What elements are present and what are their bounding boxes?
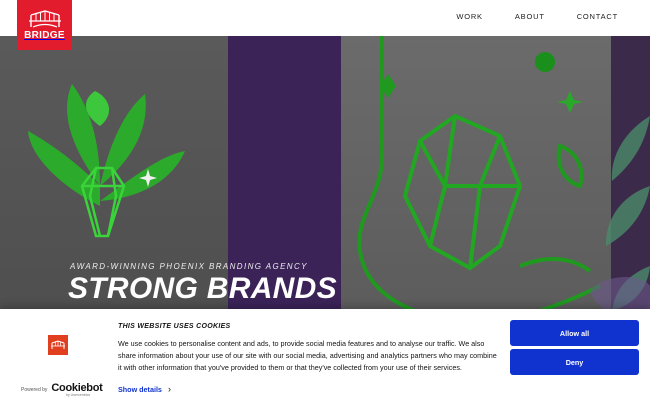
site-header: WORK ABOUT CONTACT bbox=[0, 0, 650, 36]
show-details-label: Show details bbox=[118, 384, 162, 394]
dot-icon bbox=[535, 52, 555, 72]
cookiebot-branding[interactable]: Powered by Cookiebot bbox=[21, 382, 103, 394]
hero-headline: STRONG BRANDS bbox=[68, 272, 337, 305]
allow-all-button[interactable]: Allow all bbox=[510, 320, 639, 346]
main-nav: WORK ABOUT CONTACT bbox=[456, 12, 618, 21]
chevron-right-icon: › bbox=[167, 384, 171, 394]
nav-link-contact[interactable]: CONTACT bbox=[577, 12, 618, 21]
crystal-gem-icon bbox=[402, 113, 523, 271]
bridge-icon bbox=[51, 340, 65, 349]
bridge-logo[interactable]: BRIDGE bbox=[17, 0, 72, 50]
nav-link-about[interactable]: ABOUT bbox=[515, 12, 545, 21]
cannabis-leaf-icon bbox=[28, 84, 185, 206]
logo-wordmark: BRIDGE bbox=[24, 30, 65, 41]
cookie-title: THIS WEBSITE USES COOKIES bbox=[118, 323, 231, 330]
cookiebot-sub: by Usercentrics bbox=[66, 393, 91, 397]
deny-button[interactable]: Deny bbox=[510, 349, 639, 375]
show-details-link[interactable]: Show details › bbox=[118, 384, 171, 394]
cookie-description: We use cookies to personalise content an… bbox=[118, 339, 497, 372]
cookie-banner: Powered by Cookiebot by Usercentrics THI… bbox=[0, 309, 650, 406]
powered-by-label: Powered by bbox=[21, 387, 48, 393]
bridge-icon bbox=[28, 10, 61, 28]
site-logo-small bbox=[48, 335, 68, 355]
nav-link-work[interactable]: WORK bbox=[456, 12, 483, 21]
hero-tagline: AWARD-WINNING PHOENIX BRANDING AGENCY bbox=[70, 262, 308, 271]
vine-icon bbox=[357, 36, 601, 324]
